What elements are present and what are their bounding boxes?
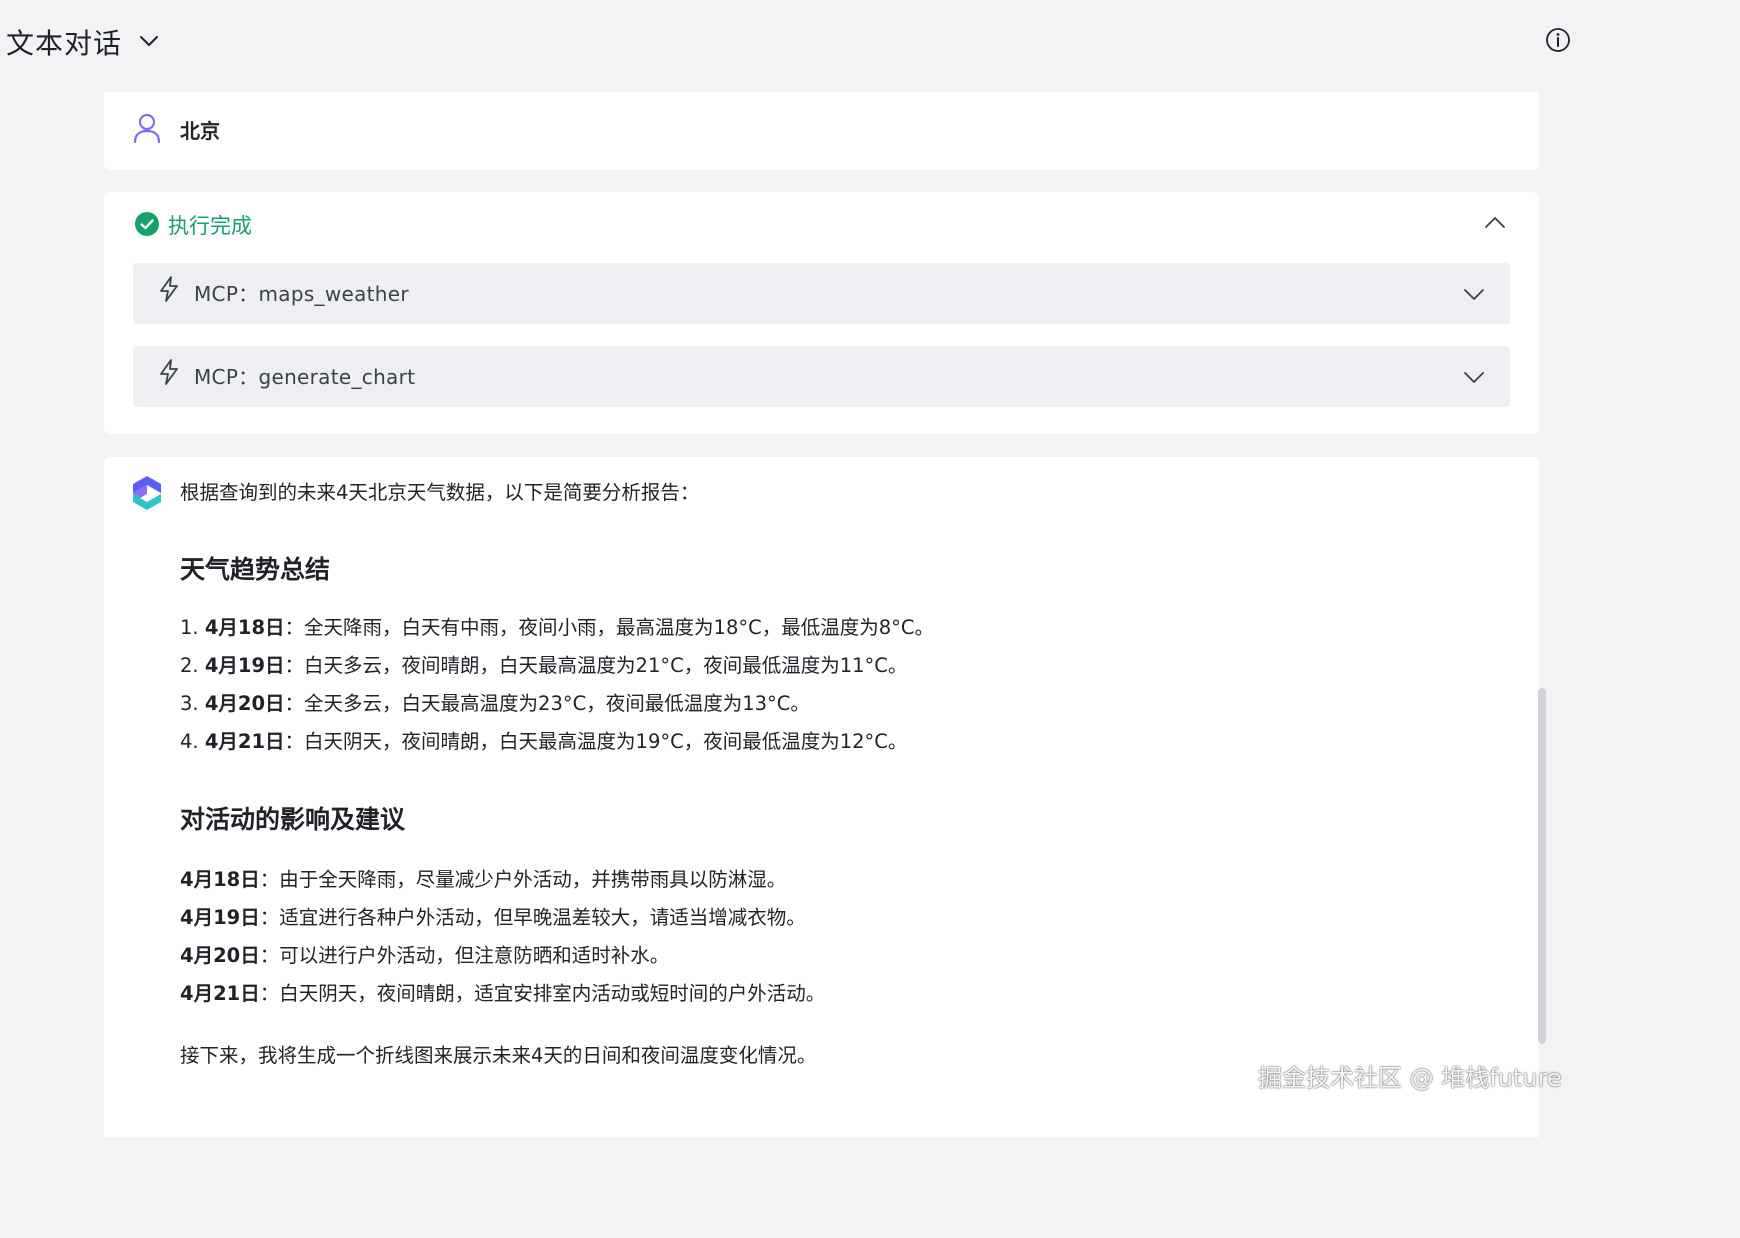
answer-intro: 根据查询到的未来4天北京天气数据，以下是简要分析报告： <box>180 481 700 504</box>
chevron-down-icon[interactable] <box>1463 369 1485 385</box>
execution-card: 执行完成 MCP：maps_weather MCP：generate_chart <box>104 192 1539 434</box>
page-title[interactable]: 文本对话 <box>6 22 122 62</box>
user-message-card: 北京 <box>104 92 1539 170</box>
list-item: 4月20日：可以进行户外活动，但注意防晒和适时补水。 <box>180 944 670 967</box>
tool-call-label: MCP：generate_chart <box>194 365 416 389</box>
list-item: 2. 4月19日：白天多云，夜间晴朗，白天最高温度为21°C，夜间最低温度为11… <box>180 654 908 677</box>
section-title-trend: 天气趋势总结 <box>180 555 331 584</box>
chevron-down-icon[interactable] <box>138 30 160 52</box>
chevron-down-icon[interactable] <box>1463 286 1485 302</box>
assistant-answer-card: 根据查询到的未来4天北京天气数据，以下是简要分析报告： 天气趋势总结 1. 4月… <box>104 457 1539 1137</box>
bolt-icon <box>160 359 178 385</box>
tool-call-maps-weather[interactable]: MCP：maps_weather <box>133 263 1510 324</box>
list-item: 4月19日：适宜进行各种户外活动，但早晚温差较大，请适当增减衣物。 <box>180 906 806 929</box>
bolt-icon <box>160 276 178 302</box>
check-circle-icon <box>135 212 159 236</box>
tool-call-label: MCP：maps_weather <box>194 282 409 306</box>
list-item: 1. 4月18日：全天降雨，白天有中雨，夜间小雨，最高温度为18°C，最低温度为… <box>180 616 934 639</box>
watermark: 掘金技术社区 @ 堆栈future <box>1258 1064 1562 1092</box>
section-title-advice: 对活动的影响及建议 <box>180 805 406 834</box>
list-item: 4月21日：白天阴天，夜间晴朗，适宜安排室内活动或短时间的户外活动。 <box>180 982 826 1005</box>
chevron-up-icon[interactable] <box>1484 214 1506 230</box>
scrollbar[interactable] <box>1538 688 1546 1044</box>
user-message-text: 北京 <box>180 119 220 143</box>
top-header: 文本对话 <box>0 0 1571 92</box>
list-item: 3. 4月20日：全天多云，白天最高温度为23°C，夜间最低温度为13°C。 <box>180 692 810 715</box>
list-item: 4. 4月21日：白天阴天，夜间晴朗，白天最高温度为19°C，夜间最低温度为12… <box>180 730 908 753</box>
list-item: 4月18日：由于全天降雨，尽量减少户外活动，并携带雨具以防淋湿。 <box>180 868 787 891</box>
info-icon[interactable] <box>1545 27 1571 53</box>
tool-call-generate-chart[interactable]: MCP：generate_chart <box>133 346 1510 407</box>
user-icon <box>133 113 161 144</box>
execution-status: 执行完成 <box>168 214 252 238</box>
bot-logo-icon <box>133 476 161 510</box>
answer-closing: 接下来，我将生成一个折线图来展示未来4天的日间和夜间温度变化情况。 <box>180 1044 817 1067</box>
